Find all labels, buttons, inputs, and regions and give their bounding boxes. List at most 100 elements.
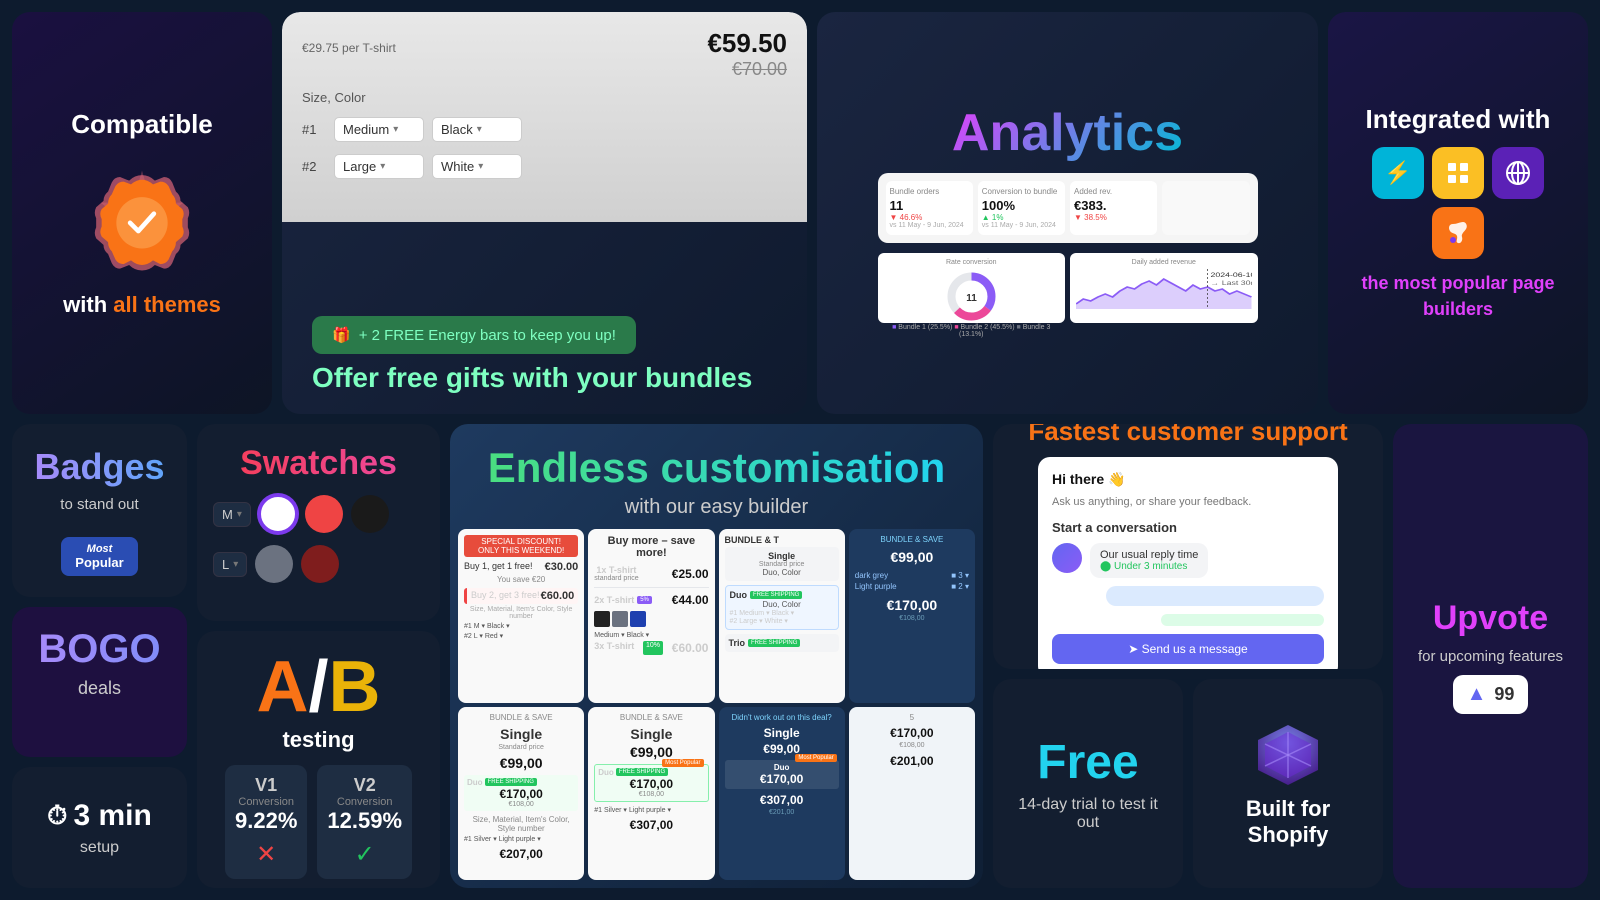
card-fastest: Fastest customer support Hi there 👋 Ask … [993,424,1383,669]
free-subtitle: 14-day trial to test it out [1007,796,1169,832]
endless-header: Endless customisation with our easy buil… [468,424,965,529]
ab-title: A/B [257,651,381,723]
swatch-dark[interactable] [351,495,389,533]
row2: Badges to stand out Most Popular €59.50 … [12,424,1588,888]
left-col: Badges to stand out Most Popular €59.50 … [12,424,187,888]
chat-header: Hi there 👋 [1052,471,1324,488]
v1-label: V1 [235,775,297,796]
variant2-size-select[interactable]: Large ▾ [334,154,424,179]
chat-mockup: Hi there 👋 Ask us anything, or share you… [1038,457,1338,670]
bundle-cta-highlight: free gifts [387,362,505,393]
card-endless: Endless customisation with our easy buil… [450,424,983,888]
chat-incoming [1106,586,1324,606]
chat-bubble: Our usual reply time ⬤ Under 3 minutes [1090,543,1208,578]
card-bogo: BOGO deals [12,607,187,758]
bundle-cta-prefix: Offer [312,362,387,393]
integrated-icons: ⚡ [1346,147,1570,259]
stat-empty [1162,181,1249,235]
free-gift-bar: 🎁 + 2 FREE Energy bars to keep you up! [312,316,636,354]
bundle-mockup: €29.75 per T-shirt €59.50 €70.00 Size, C… [282,12,807,222]
integrated-subtitle: the most popular page builders [1346,271,1570,321]
compatible-highlight: all themes [113,292,221,317]
bundle-cta-suffix: with your bundles [505,362,752,393]
swatch-red[interactable] [305,495,343,533]
right-bottom-row: Free 14-day trial to test it out [993,679,1383,888]
variant2-color-select[interactable]: White ▾ [432,154,522,179]
free-title: Free [1037,735,1138,790]
ab-slash: / [309,647,329,727]
check-icon: ✓ [327,840,402,869]
chat-message: Our usual reply time ⬤ Under 3 minutes [1052,543,1324,578]
most-popular-badge: Most Popular [61,537,137,576]
stat-added-rev: Added rev. €383. ▼ 38.5% [1070,181,1157,235]
chart-revenue: Daily added revenue 2024-06-10 → Last 30… [1070,253,1258,323]
bogo-subtitle: deals [78,678,121,699]
shopify-icon [1253,720,1323,790]
endless-item-1: SPECIAL DISCOUNT! ONLY THIS WEEKEND! Buy… [458,529,584,703]
swatches-title: Swatches [240,444,397,483]
ab-b: B [329,647,381,727]
chart-conversion: Rate conversion 11 ■ Bundle 1 (25.5%) ■ … [878,253,1066,323]
chat-sub: Ask us anything, or share your feedback. [1052,496,1324,508]
fastest-title: Fastest customer support [1028,424,1347,447]
endless-grid: SPECIAL DISCOUNT! ONLY THIS WEEKEND! Buy… [450,529,983,888]
thunder-icon: ⚡ [1372,147,1424,199]
chevron-down-icon: ▾ [380,161,385,172]
badge-display: Most Popular [61,533,137,580]
fastest-highlight: Fastest [1028,424,1119,446]
card-integrated: Integrated with ⚡ the most popular page … [1328,12,1588,414]
integrated-title: Integrated with [1366,104,1551,135]
card-swatches: Swatches M ▾ L ▾ [197,424,440,621]
endless-item-8: 5 €170,00 €108,00 €201,00 [849,707,975,881]
card-ab: A/B testing V1 Conversion 9.22% ✕ V2 Con… [197,631,440,888]
endless-subtitle: with our easy builder [488,496,945,519]
v2-sub: Conversion [327,796,402,808]
integrated-highlight: the most popular [1361,273,1507,293]
ab-v2: V2 Conversion 12.59% ✓ [317,765,412,879]
endless-item-5: BUNDLE & SAVE Single Standard price €99,… [458,707,584,881]
swatch-gray[interactable] [255,545,293,583]
grid-icon [1492,147,1544,199]
reply-time: ⬤ Under 3 minutes [1100,561,1198,572]
arrow-up-icon: ▲ [1467,683,1487,706]
size-color-label: Size, Color [302,90,787,105]
endless-item-2: Buy more – save more! 1x T-shirt standar… [588,529,714,703]
endless-title: Endless customisation [488,444,945,492]
card-shopify: Built for Shopify [1193,679,1383,888]
send-message-button[interactable]: ➤ Send us a message [1052,634,1324,664]
variant1-color-select[interactable]: Black ▾ [432,117,522,142]
card-free: Free 14-day trial to test it out [993,679,1183,888]
chevron-down-icon: ▾ [478,161,483,172]
size-selector-l[interactable]: L ▾ [213,552,247,577]
chat-incoming-2 [1161,614,1324,626]
card-3min: ⏱ 3 min setup [12,767,187,888]
v2-pct: 12.59% [327,808,402,834]
swatch-darkred[interactable] [301,545,339,583]
card-upvote: Upvote for upcoming features ▲ 99 [1393,424,1588,888]
endless-item-7: Didn't work out on this deal? Single €99… [719,707,845,881]
badge-icon [87,166,197,276]
ab-a: A [257,647,309,727]
bundle-price-row: €29.75 per T-shirt €59.50 €70.00 [302,28,787,80]
v2-label: V2 [327,775,402,796]
size-selector-m[interactable]: M ▾ [213,502,251,527]
stat-conversion: Conversion to bundle 100% ▲ 1% vs 11 May… [978,181,1065,235]
stack-icon [1432,147,1484,199]
swatch-white[interactable] [259,495,297,533]
bundle-price-new: €59.50 [707,28,787,59]
three-min-title: ⏱ 3 min [47,799,152,833]
row1: Compatible with all themes [12,12,1588,414]
variant-row-1: #1 Medium ▾ Black ▾ [302,117,787,142]
close-icon: ✕ [235,840,297,869]
svg-text:11: 11 [966,293,977,304]
chevron-down-icon: ▾ [237,509,242,520]
gift-icon: 🎁 [332,326,351,344]
upvote-button[interactable]: ▲ 99 [1453,675,1529,714]
variant1-label: #1 [302,122,326,137]
ab-subtitle: testing [282,727,354,753]
mid-left-col: Swatches M ▾ L ▾ A/B testing [197,424,440,888]
bundle-price-old: €70.00 [707,59,787,80]
timer-icon: ⏱ [47,800,67,832]
card-bundle: €29.75 per T-shirt €59.50 €70.00 Size, C… [282,12,807,414]
variant1-size-select[interactable]: Medium ▾ [334,117,424,142]
